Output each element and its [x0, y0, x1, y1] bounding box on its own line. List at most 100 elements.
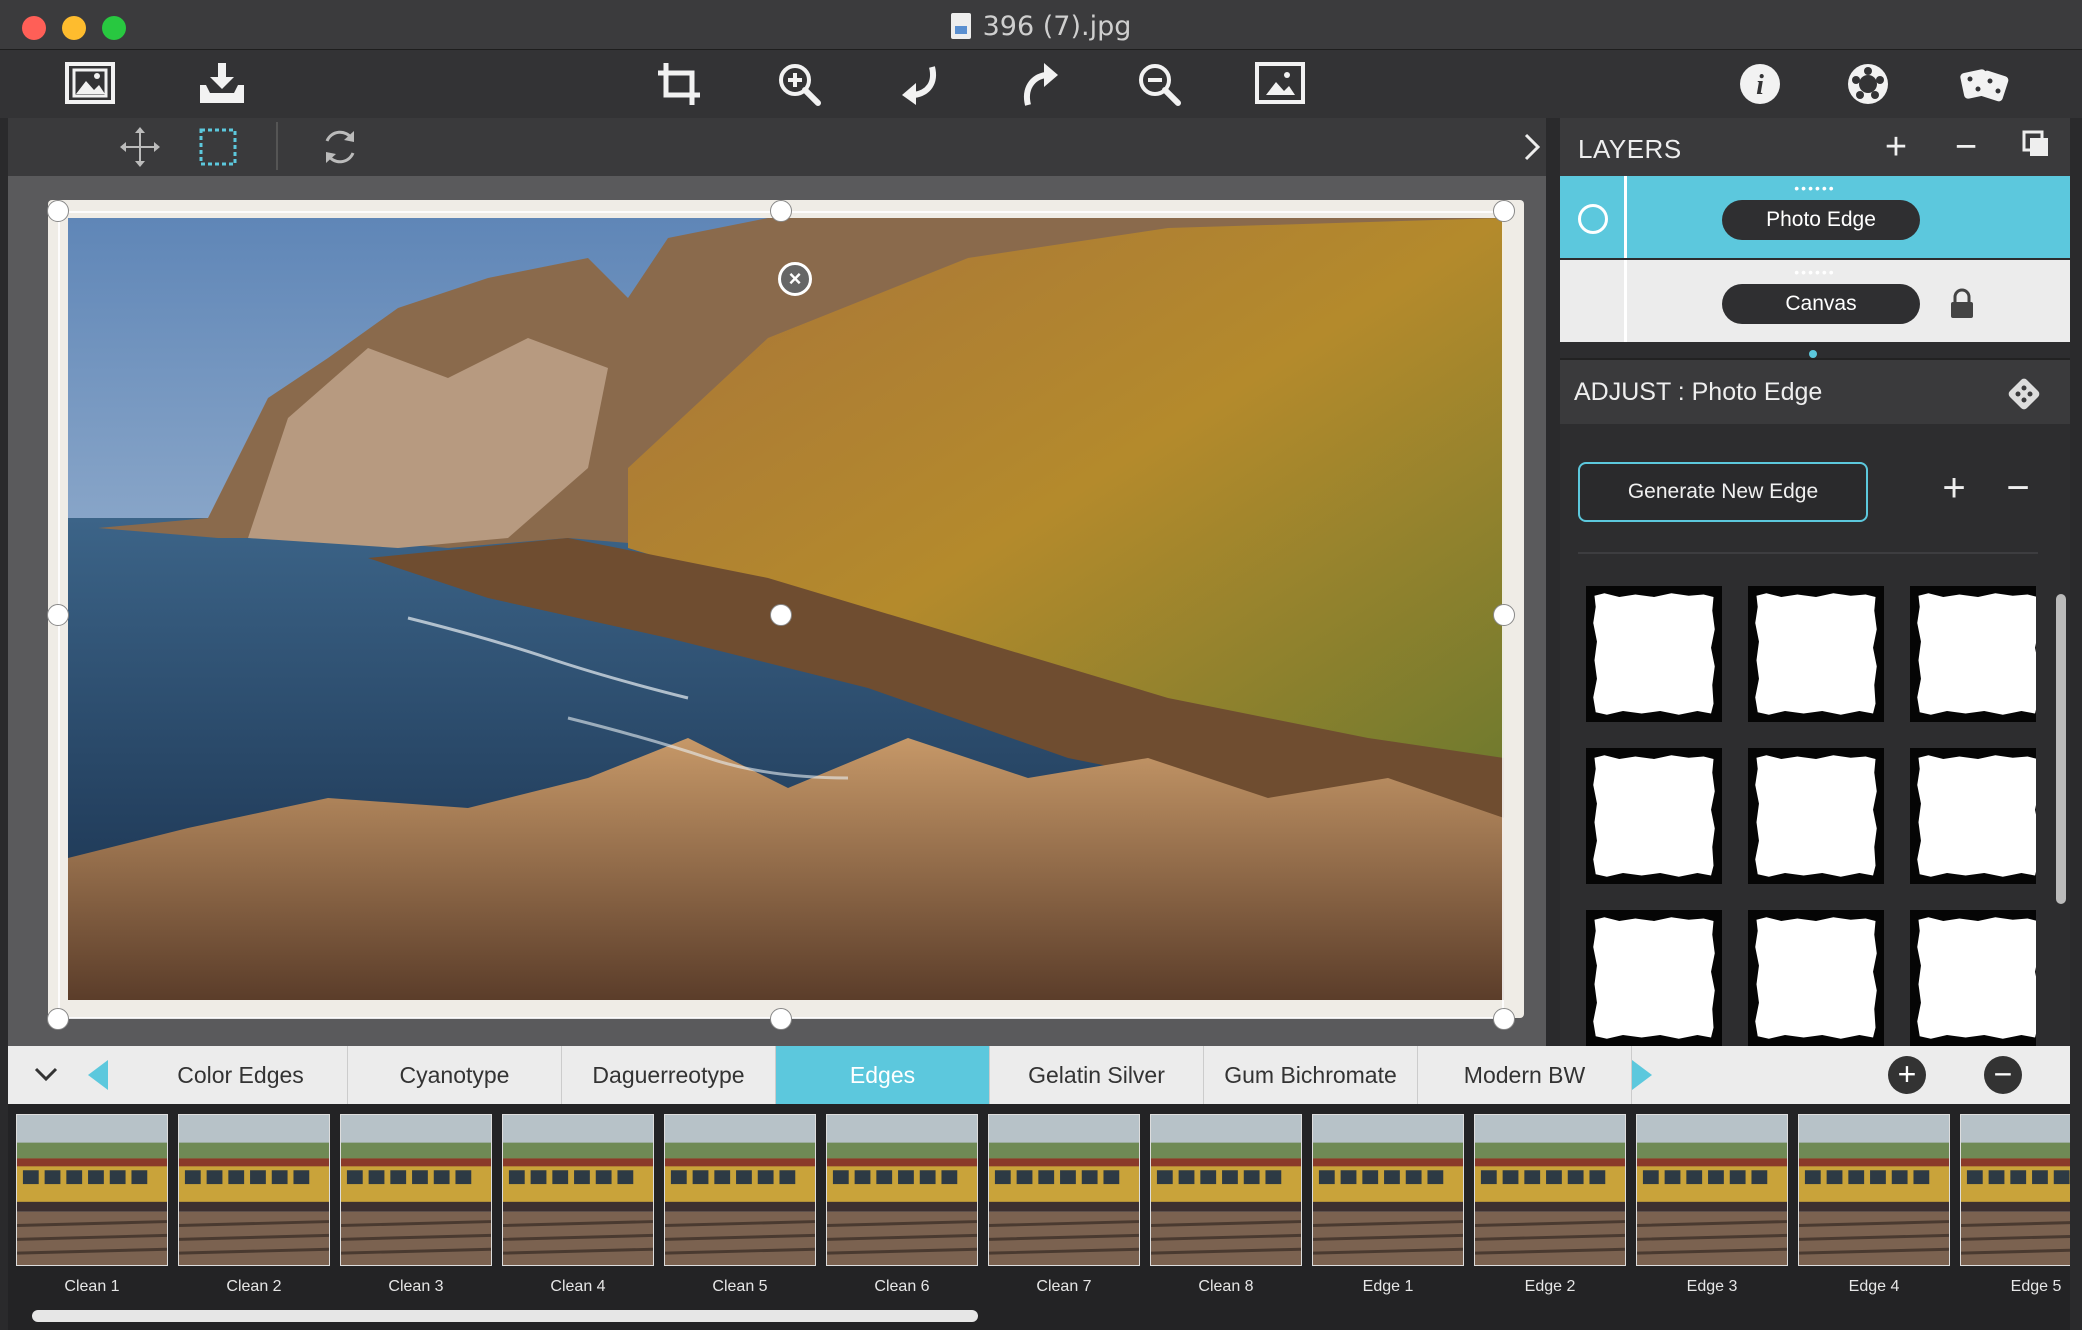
preset-thumbnail[interactable] — [664, 1114, 816, 1266]
scroll-right-icon[interactable] — [1632, 1060, 1652, 1090]
preset-thumbnail[interactable] — [826, 1114, 978, 1266]
resize-handle-bottom-right[interactable] — [1493, 1008, 1515, 1030]
preset-thumbnail[interactable] — [502, 1114, 654, 1266]
randomize-edge-icon[interactable] — [2006, 376, 2042, 412]
preset-thumbnail[interactable] — [1474, 1114, 1626, 1266]
preset-image — [340, 1114, 492, 1266]
preset-label: Clean 3 — [388, 1278, 444, 1295]
edge-preset-tile[interactable] — [1910, 748, 2036, 884]
remove-layer-button[interactable]: − — [1946, 128, 1986, 168]
resize-handle-top-left[interactable] — [47, 200, 69, 222]
preset-image — [1474, 1114, 1626, 1266]
edge-preset-tile[interactable] — [1910, 586, 2036, 722]
layer-row-photo-edge[interactable]: •••••• Photo Edge — [1560, 176, 2070, 258]
panel-resize-dot[interactable] — [1809, 350, 1817, 358]
adjust-header: ADJUST : Photo Edge — [1560, 358, 2070, 424]
expand-panel-icon[interactable] — [1508, 124, 1556, 170]
lock-icon[interactable] — [1948, 288, 1976, 320]
resize-handle-top[interactable] — [770, 200, 792, 222]
chevron-down-icon[interactable] — [32, 1060, 60, 1088]
selection-icon[interactable] — [194, 124, 242, 170]
preset-label: Clean 8 — [1198, 1278, 1254, 1295]
tab-modern-bw[interactable]: Modern BW — [1418, 1046, 1632, 1104]
layer-divider — [1624, 176, 1627, 258]
edge-preset-tile[interactable] — [1910, 910, 2036, 1046]
preset-image — [1312, 1114, 1464, 1266]
save-icon[interactable] — [194, 60, 250, 108]
remove-category-button[interactable]: − — [1984, 1056, 2022, 1094]
layer-name[interactable]: Photo Edge — [1722, 200, 1920, 240]
preset-thumbnail[interactable] — [1960, 1114, 2070, 1266]
layer-name[interactable]: Canvas — [1722, 284, 1920, 324]
main-toolbar: i — [0, 50, 2082, 118]
layer-row-canvas[interactable]: •••••• Canvas — [1560, 260, 2070, 342]
preset-thumbnail[interactable] — [1150, 1114, 1302, 1266]
delete-layer-icon[interactable]: × — [778, 262, 812, 296]
filmstrip-scrollbar[interactable] — [32, 1310, 978, 1322]
panel-scrollbar[interactable] — [2056, 594, 2066, 904]
tab-daguerreotype[interactable]: Daguerreotype — [562, 1046, 776, 1104]
drag-handle-icon[interactable]: •••••• — [1560, 180, 2070, 196]
layer-divider — [1624, 260, 1627, 342]
tab-gum-bichromate[interactable]: Gum Bichromate — [1204, 1046, 1418, 1104]
preset-image — [178, 1114, 330, 1266]
edge-preset-tile[interactable] — [1748, 586, 1884, 722]
generate-new-edge-button[interactable]: Generate New Edge — [1578, 462, 1868, 522]
settings-icon[interactable] — [1840, 60, 1896, 108]
window-title-text: 396 (7).jpg — [982, 11, 1132, 42]
undo-icon[interactable] — [892, 60, 948, 108]
canvas-area[interactable]: × — [8, 176, 1546, 1046]
zoom-out-icon[interactable] — [1132, 60, 1188, 108]
center-handle[interactable] — [770, 604, 792, 626]
edge-preset-tile[interactable] — [1748, 748, 1884, 884]
fit-image-icon[interactable] — [1252, 60, 1308, 108]
randomize-icon[interactable] — [1956, 60, 2012, 108]
open-image-icon[interactable] — [62, 60, 118, 108]
resize-handle-bottom-left[interactable] — [47, 1008, 69, 1030]
resize-handle-top-right[interactable] — [1493, 200, 1515, 222]
tab-gelatin-silver[interactable]: Gelatin Silver — [990, 1046, 1204, 1104]
edge-presets-grid — [1586, 586, 2036, 1048]
preset-image — [826, 1114, 978, 1266]
edge-preset-tile[interactable] — [1586, 748, 1722, 884]
resize-handle-right[interactable] — [1493, 604, 1515, 626]
layer-visibility-toggle[interactable] — [1578, 204, 1608, 234]
svg-text:i: i — [1756, 70, 1764, 101]
crop-icon[interactable] — [652, 60, 708, 108]
tab-cyanotype[interactable]: Cyanotype — [348, 1046, 562, 1104]
tab-color-edges[interactable]: Color Edges — [134, 1046, 348, 1104]
edge-preset-tile[interactable] — [1748, 910, 1884, 1046]
tab-edges[interactable]: Edges — [776, 1046, 990, 1104]
zoom-in-icon[interactable] — [772, 60, 828, 108]
add-edge-button[interactable]: + — [1932, 468, 1976, 512]
duplicate-layer-icon[interactable] — [2016, 128, 2056, 168]
edge-preset-tile[interactable] — [1586, 586, 1722, 722]
rotate-icon[interactable] — [316, 124, 364, 170]
preset-thumbnail[interactable] — [340, 1114, 492, 1266]
document-icon — [950, 13, 971, 39]
preset-thumbnail[interactable] — [178, 1114, 330, 1266]
right-panel: LAYERS + − •••••• Photo Edge •••••• Canv… — [1560, 118, 2070, 1048]
preset-label: Edge 5 — [2010, 1278, 2062, 1295]
preset-image — [16, 1114, 168, 1266]
remove-edge-button[interactable]: − — [1996, 468, 2040, 512]
resize-handle-left[interactable] — [47, 604, 69, 626]
info-icon[interactable]: i — [1732, 60, 1788, 108]
preset-thumbnail[interactable] — [1636, 1114, 1788, 1266]
preset-thumbnail[interactable] — [16, 1114, 168, 1266]
layers-title: LAYERS — [1578, 134, 1682, 164]
preset-thumbnail[interactable] — [988, 1114, 1140, 1266]
preset-thumbnail[interactable] — [1798, 1114, 1950, 1266]
scroll-left-icon[interactable] — [88, 1060, 108, 1090]
add-layer-button[interactable]: + — [1876, 128, 1916, 168]
preset-image — [1636, 1114, 1788, 1266]
add-category-button[interactable]: + — [1888, 1056, 1926, 1094]
drag-handle-icon[interactable]: •••••• — [1560, 264, 2070, 280]
redo-icon[interactable] — [1012, 60, 1068, 108]
move-icon[interactable] — [116, 124, 164, 170]
preset-thumbnail[interactable] — [1312, 1114, 1464, 1266]
edge-preset-tile[interactable] — [1586, 910, 1722, 1046]
toolbar-divider — [276, 122, 278, 170]
preset-image — [1798, 1114, 1950, 1266]
resize-handle-bottom[interactable] — [770, 1008, 792, 1030]
